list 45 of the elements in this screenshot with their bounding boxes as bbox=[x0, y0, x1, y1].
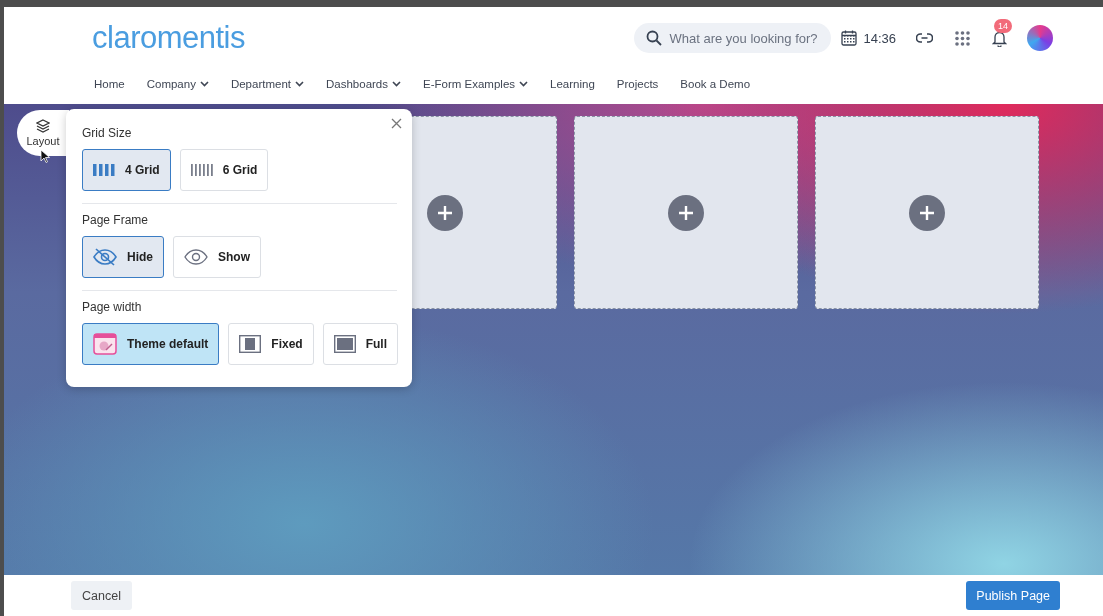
add-widget-button[interactable] bbox=[909, 194, 945, 231]
columns-icon bbox=[93, 164, 115, 176]
fixed-width-icon bbox=[239, 335, 262, 353]
add-widget-button[interactable] bbox=[668, 194, 704, 231]
option-button[interactable]: 6 Grid bbox=[179, 149, 269, 191]
eye-icon bbox=[184, 249, 208, 265]
notification-badge: 14 bbox=[994, 18, 1012, 33]
link-icon[interactable] bbox=[916, 33, 933, 43]
option-button[interactable]: Fixed bbox=[228, 323, 314, 365]
nav-link[interactable]: Projects bbox=[605, 78, 670, 90]
nav-link[interactable]: Learning bbox=[539, 78, 606, 90]
full-width-icon bbox=[333, 335, 356, 353]
option-button[interactable]: Hide bbox=[82, 236, 164, 278]
option-button[interactable]: Theme default bbox=[82, 323, 220, 365]
clock-time: 14:36 bbox=[863, 30, 896, 46]
plus-icon bbox=[678, 204, 694, 221]
nav-link[interactable]: E-Form Examples bbox=[412, 78, 540, 90]
option-button[interactable]: Full bbox=[322, 323, 399, 365]
nav-link[interactable]: Book a Demo bbox=[669, 78, 762, 90]
search-icon bbox=[646, 30, 663, 46]
apps-grid-icon[interactable] bbox=[955, 30, 970, 46]
columns-icon bbox=[190, 164, 213, 176]
layout-tab[interactable]: Layout bbox=[17, 110, 69, 156]
eye-off-icon bbox=[93, 247, 117, 267]
layers-icon bbox=[36, 119, 50, 133]
nav-link[interactable]: Company bbox=[135, 78, 220, 90]
plus-icon bbox=[919, 204, 935, 221]
publish-page-button[interactable]: Publish Page bbox=[966, 581, 1060, 610]
nav-link[interactable]: Dashboards bbox=[315, 78, 412, 90]
palette-icon bbox=[93, 333, 117, 355]
add-widget-button[interactable] bbox=[427, 194, 463, 231]
section-title: Page width bbox=[82, 300, 143, 314]
nav-link[interactable]: Home bbox=[83, 78, 136, 90]
plus-icon bbox=[437, 204, 453, 221]
section-title: Page Frame bbox=[82, 213, 150, 227]
calendar-icon[interactable] bbox=[841, 30, 858, 46]
avatar[interactable] bbox=[1027, 25, 1053, 51]
search-field[interactable]: What are you looking for? bbox=[634, 23, 832, 53]
close-button[interactable] bbox=[391, 118, 402, 129]
cancel-button[interactable]: Cancel bbox=[71, 581, 132, 610]
nav-link[interactable]: Department bbox=[219, 78, 315, 90]
option-button[interactable]: 4 Grid bbox=[82, 149, 171, 191]
section-title: Grid Size bbox=[82, 126, 133, 140]
mouse-pointer-icon bbox=[40, 149, 50, 163]
option-button[interactable]: Show bbox=[173, 236, 261, 278]
